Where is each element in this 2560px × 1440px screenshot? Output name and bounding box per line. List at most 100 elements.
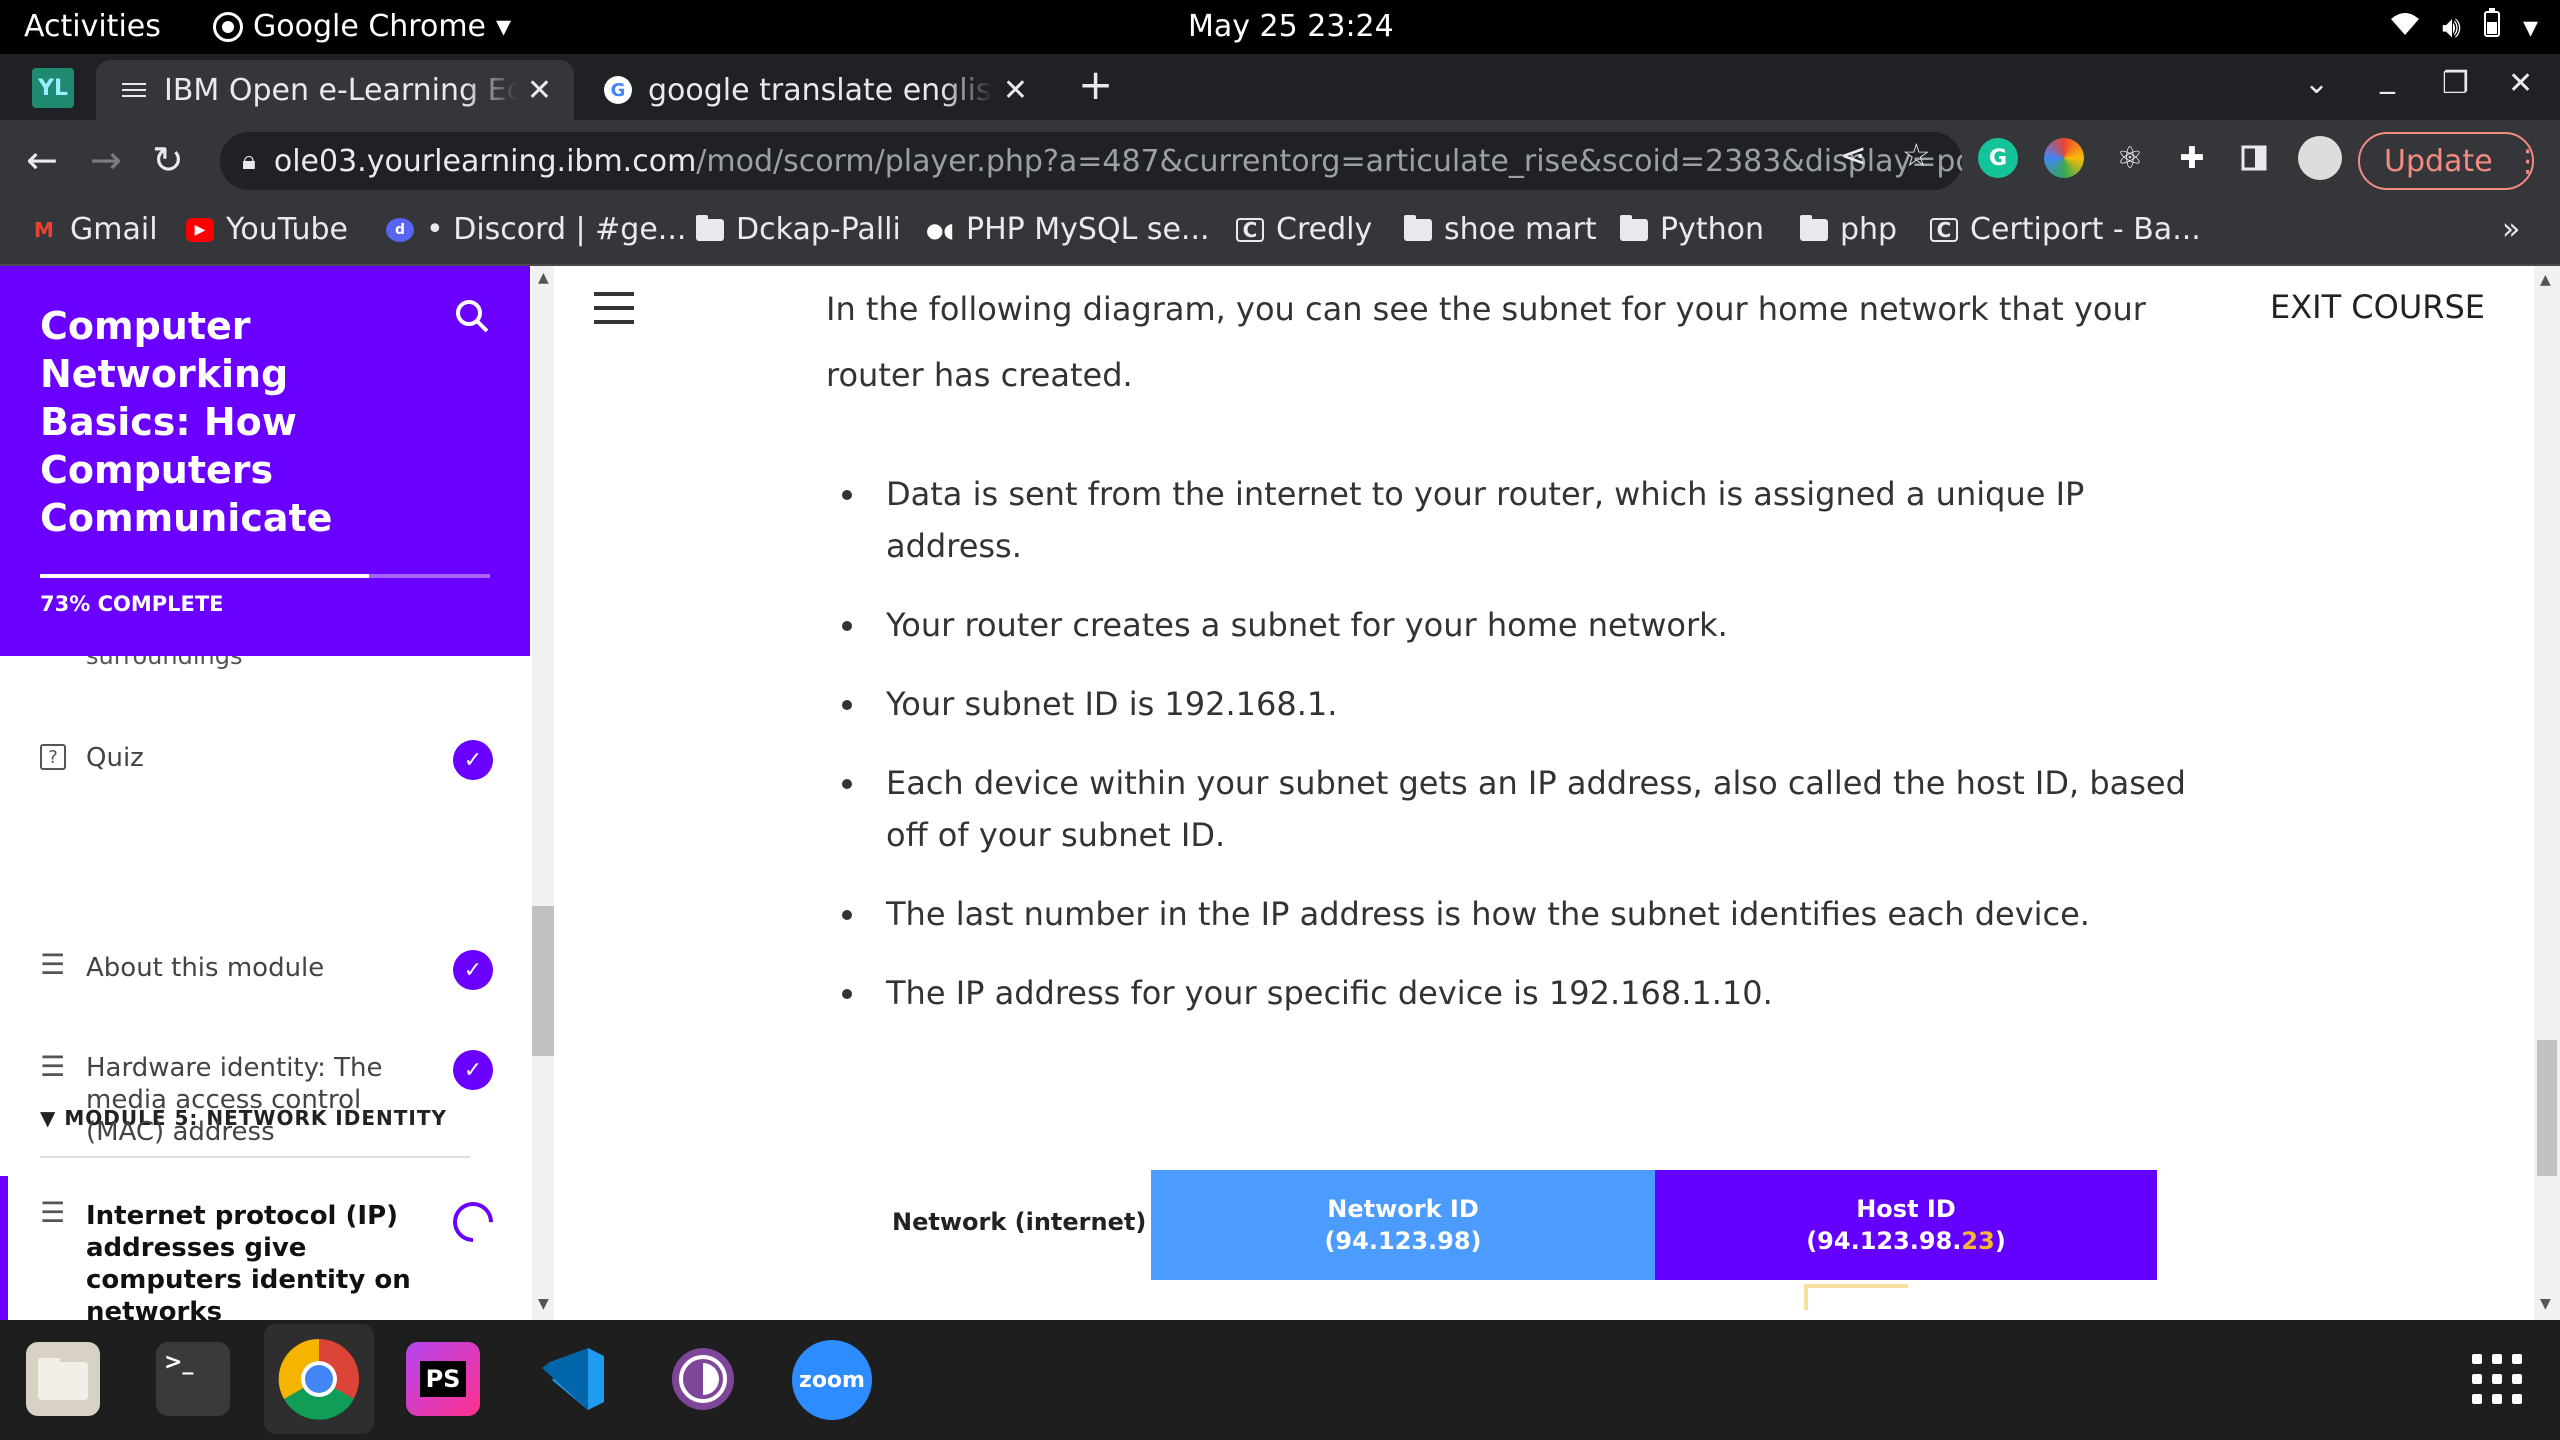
cut-off-lesson-text: surroundings <box>86 656 243 670</box>
lesson-list[interactable]: surroundings ? Quiz ✓ ▼ MODULE 5: NETWOR… <box>0 656 530 1320</box>
bookmark-label: Dckap-Palli <box>736 212 901 247</box>
extensions-puzzle-icon[interactable]: ✚ <box>2172 138 2212 178</box>
bookmark-php-mysql[interactable]: ●◖ PHP MySQL se... <box>926 212 1210 247</box>
lesson-ip-addresses[interactable]: ☰ Internet protocol (IP) addresses give … <box>0 1176 530 1320</box>
course-progress-label: 73% COMPLETE <box>40 592 224 616</box>
lesson-lines-icon: ☰ <box>40 948 66 981</box>
completed-check-icon: ✓ <box>453 950 493 990</box>
tab-search-chevron-icon[interactable]: ⌄ <box>2304 66 2329 101</box>
zoom-icon[interactable]: zoom <box>792 1340 872 1420</box>
close-tab-icon[interactable]: ✕ <box>527 73 552 108</box>
yourlearning-app-icon[interactable]: YL <box>32 68 74 108</box>
system-tray[interactable]: 🔊︎ ▾ <box>2390 8 2538 46</box>
bookmarks-bar: M Gmail ▶ YouTube d • Discord | #ge... D… <box>0 202 2560 266</box>
bookmark-python[interactable]: Python <box>1620 212 1764 247</box>
share-icon[interactable]: ⋖ <box>1840 136 1867 174</box>
terminal-icon[interactable]: >_ <box>156 1342 230 1416</box>
bookmark-star-icon[interactable]: ☆ <box>1902 136 1931 174</box>
more-menu-icon: ⋮ <box>2512 143 2543 179</box>
search-icon[interactable] <box>454 298 490 344</box>
react-devtools-icon[interactable]: ⚛ <box>2110 138 2150 178</box>
gmail-icon: M <box>34 217 54 242</box>
clock[interactable]: May 25 23:24 <box>1188 9 1394 44</box>
bookmark-label: Python <box>1660 212 1764 247</box>
diagram-connector-line <box>1804 1284 1908 1310</box>
battery-icon <box>2483 8 2501 46</box>
host-id-prefix: (94.123.98. <box>1806 1227 1962 1255</box>
color-picker-extension-icon[interactable] <box>2044 138 2084 178</box>
zoom-label: zoom <box>799 1367 865 1393</box>
bookmark-gmail[interactable]: M Gmail <box>30 212 158 247</box>
bookmark-credly[interactable]: C Credly <box>1236 212 1372 247</box>
sidebar-scrollbar[interactable] <box>532 266 554 1320</box>
content-scrollbar-thumb[interactable] <box>2537 1040 2557 1176</box>
bookmark-youtube[interactable]: ▶ YouTube <box>186 212 348 247</box>
wifi-icon <box>2390 10 2420 45</box>
scroll-up-arrow-icon[interactable]: ▲ <box>538 270 549 286</box>
close-tab-icon[interactable]: ✕ <box>1003 73 1028 108</box>
vscode-icon[interactable] <box>536 1342 610 1416</box>
course-progress-bar <box>40 574 490 578</box>
lesson-about-module[interactable]: ☰ About this module ✓ <box>0 946 530 1026</box>
show-applications-grid-icon[interactable] <box>2472 1354 2522 1404</box>
new-tab-plus-icon[interactable]: + <box>1078 60 1113 109</box>
address-bar[interactable]: 🔒︎ ole03.yourlearning.ibm.com /mod/scorm… <box>220 132 1962 190</box>
reload-icon[interactable]: ↻ <box>152 138 184 182</box>
quiz-icon: ? <box>40 744 66 770</box>
lesson-lines-icon: ☰ <box>40 1050 66 1083</box>
course-title: Computer Networking Basics: How Computer… <box>40 304 333 540</box>
content-scroll-up-arrow-icon[interactable]: ▲ <box>2540 272 2551 288</box>
more-bookmarks-chevron-icon[interactable]: » <box>2502 212 2520 247</box>
network-id-value: (94.123.98) <box>1324 1227 1482 1255</box>
back-arrow-icon[interactable]: ← <box>26 138 58 182</box>
minimize-icon[interactable]: _ <box>2380 60 2395 95</box>
lesson-label: Internet protocol (IP) addresses give co… <box>86 1201 411 1320</box>
list-item: Each device within your subnet gets an I… <box>842 757 2200 861</box>
course-header: Computer Networking Basics: How Computer… <box>0 266 530 656</box>
bookmark-label: YouTube <box>226 212 348 247</box>
side-panel-icon[interactable] <box>2234 138 2274 178</box>
tab-google-translate[interactable]: G google translate english to ✕ <box>580 60 1050 120</box>
youtube-icon: ▶ <box>186 217 214 242</box>
bookmark-php[interactable]: php <box>1800 212 1897 247</box>
lesson-content: In the following diagram, you can see th… <box>558 266 2532 1320</box>
bookmark-label: Gmail <box>70 212 158 247</box>
lesson-quiz[interactable]: ? Quiz ✓ <box>0 736 530 816</box>
bookmark-dckap-palli[interactable]: Dckap-Palli <box>696 212 901 247</box>
folder-icon <box>1404 214 1432 241</box>
scroll-down-arrow-icon[interactable]: ▼ <box>538 1296 549 1312</box>
profile-avatar[interactable] <box>2298 136 2342 180</box>
exit-course-link[interactable]: EXIT COURSE <box>2270 288 2485 326</box>
credly-icon: C <box>1930 217 1958 242</box>
hamburger-menu-icon[interactable] <box>594 292 634 334</box>
forward-arrow-icon[interactable]: → <box>90 138 122 182</box>
chrome-icon[interactable] <box>264 1324 374 1434</box>
list-item: Your router creates a subnet for your ho… <box>842 599 2200 651</box>
url-path: /mod/scorm/player.php?a=487&currentorg=a… <box>696 143 1962 179</box>
content-scroll-down-arrow-icon[interactable]: ▼ <box>2540 1296 2551 1312</box>
grammarly-icon[interactable]: G <box>1978 138 2018 178</box>
phpstorm-icon[interactable]: PS <box>406 1342 480 1416</box>
update-button[interactable]: Update ⋮ <box>2358 132 2543 190</box>
restore-icon[interactable]: ❐ <box>2442 66 2469 101</box>
host-id-box: Host ID (94.123.98.23) <box>1655 1170 2157 1280</box>
system-menu-chevron-icon: ▾ <box>2522 9 2538 45</box>
files-icon[interactable] <box>26 1342 100 1416</box>
chrome-small-icon <box>213 11 243 42</box>
bookmark-discord[interactable]: d • Discord | #ge... <box>386 212 686 247</box>
lesson-label: Hardware identity: The media access cont… <box>86 1053 383 1147</box>
tab-ibm-elearning[interactable]: IBM Open e-Learning Ecosystem ✕ <box>96 60 574 120</box>
sidebar-scrollbar-thumb[interactable] <box>532 906 554 1056</box>
activities-button[interactable]: Activities <box>24 9 161 44</box>
lesson-hardware-identity[interactable]: ☰ Hardware identity: The media access co… <box>0 1046 530 1147</box>
lesson-label: About this module <box>86 953 325 983</box>
tor-browser-icon[interactable] <box>666 1342 740 1416</box>
list-item: The last number in the IP address is how… <box>842 888 2200 940</box>
app-menu[interactable]: Google Chrome ▾ <box>213 9 511 44</box>
bookmark-certiport[interactable]: C Certiport - Ba... <box>1930 212 2201 247</box>
system-top-bar: Activities Google Chrome ▾ May 25 23:24 … <box>0 0 2560 54</box>
folder-icon <box>1800 214 1828 241</box>
bookmark-shoe-mart[interactable]: shoe mart <box>1404 212 1597 247</box>
close-window-icon[interactable]: ✕ <box>2508 66 2533 101</box>
lock-icon[interactable]: 🔒︎ <box>242 146 256 177</box>
